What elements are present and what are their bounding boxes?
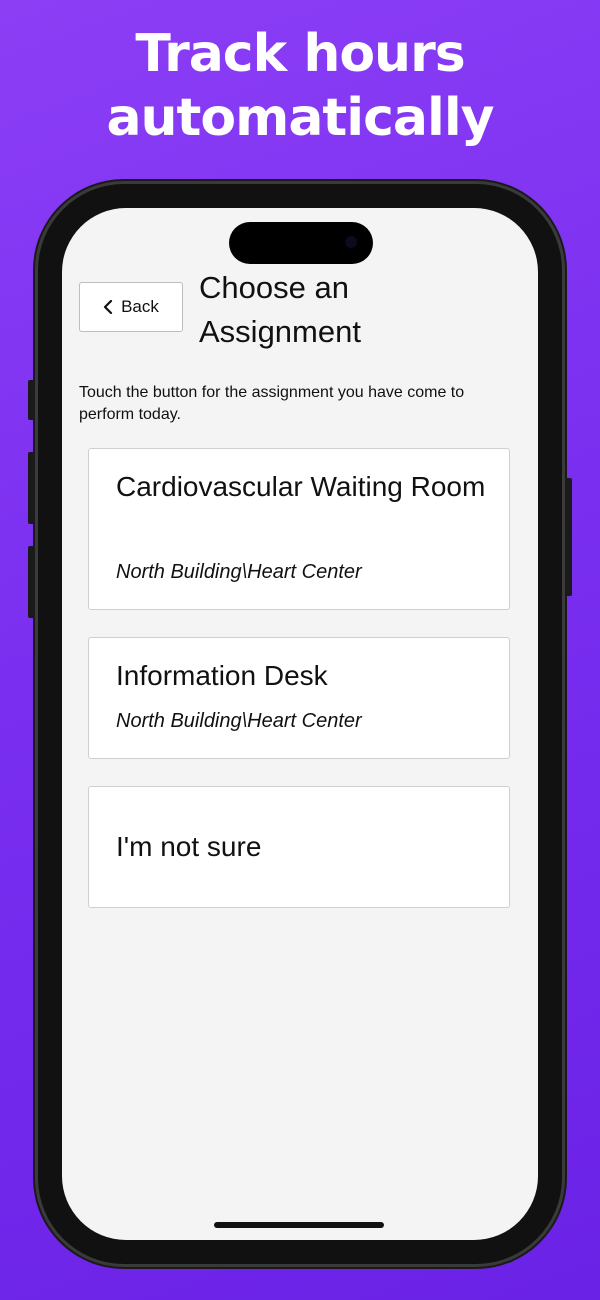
back-button-label: Back <box>121 297 159 316</box>
headline-line-2: automatically <box>106 88 494 148</box>
phone-frame: Back Choose an Assignment Touch the butt… <box>28 184 572 1264</box>
phone-volume-up-button <box>28 452 35 524</box>
front-camera-icon <box>345 236 357 248</box>
assignment-location: North Building\Heart Center <box>116 710 362 732</box>
app-screen: Back Choose an Assignment Touch the butt… <box>62 208 538 1240</box>
instructions-text: Touch the button for the assignment you … <box>79 384 465 423</box>
phone-power-button <box>565 478 572 596</box>
assignment-title: Cardiovascular Waiting Room <box>116 471 486 502</box>
assignment-card-cardiovascular-waiting-room[interactable]: Cardiovascular Waiting Room North Buildi… <box>88 448 510 610</box>
assignment-title: I'm not sure <box>116 831 262 862</box>
home-indicator <box>214 1222 384 1228</box>
page-title: Choose an Assignment <box>199 270 361 349</box>
headline-line-1: Track hours <box>135 24 465 84</box>
marketing-headline: Track hours automatically <box>0 22 600 150</box>
phone-volume-down-button <box>28 546 35 618</box>
assignment-title: Information Desk <box>116 660 328 691</box>
assignment-card-not-sure[interactable]: I'm not sure <box>88 786 510 908</box>
dynamic-island <box>229 222 373 264</box>
assignment-location: North Building\Heart Center <box>116 561 362 583</box>
chevron-left-icon <box>103 300 113 314</box>
back-button[interactable]: Back <box>79 282 183 332</box>
phone-action-button <box>28 380 35 420</box>
assignment-card-information-desk[interactable]: Information Desk North Building\Heart Ce… <box>88 637 510 759</box>
